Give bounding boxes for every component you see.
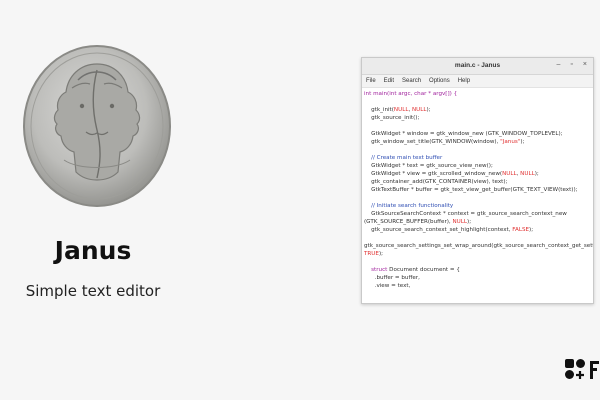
code-token: NULL xyxy=(452,219,468,225)
code-token: gtk_source_search_context_set_highlight(… xyxy=(364,227,513,233)
menu-options[interactable]: Options xyxy=(429,78,450,84)
code-line: GtkSourceSearchContext * context = gtk_s… xyxy=(364,210,593,218)
minimize-icon[interactable]: – xyxy=(557,61,561,68)
code-token: NULL xyxy=(520,171,535,177)
code-token: // Create main text buffer xyxy=(364,155,443,161)
code-token: ); xyxy=(529,227,534,233)
menu-help[interactable]: Help xyxy=(458,78,470,84)
code-token: NULL xyxy=(502,171,517,177)
code-token: NULL xyxy=(412,107,427,113)
code-token: ); xyxy=(426,107,431,113)
code-token: "Janus" xyxy=(500,139,521,145)
code-token: Document document = { xyxy=(387,267,460,273)
code-line: GtkWidget * text = gtk_source_view_new()… xyxy=(364,162,593,170)
code-line: gtk_source_search_settings_set_wrap_arou… xyxy=(364,242,593,250)
menu-edit[interactable]: Edit xyxy=(384,78,394,84)
code-token: .buffer = buffer, xyxy=(364,275,420,281)
janus-coin-image xyxy=(20,40,174,210)
code-line: GtkWidget * view = gtk_scrolled_window_n… xyxy=(364,170,593,178)
code-token: GtkSourceSearchContext * context = gtk_s… xyxy=(364,211,567,217)
code-line: gtk_window_set_title(GTK_WINDOW(window),… xyxy=(364,138,593,146)
code-line: // Create main text buffer xyxy=(364,154,593,162)
code-token: ); xyxy=(378,251,384,257)
code-token: .view = text, xyxy=(364,283,411,289)
code-line: GtkWidget * window = gtk_window_new (GTK… xyxy=(364,130,593,138)
menu-bar: File Edit Search Options Help xyxy=(362,75,593,88)
app-subtitle: Simple text editor xyxy=(25,282,161,300)
code-token: (GTK_SOURCE_BUFFER(buffer), xyxy=(364,219,453,225)
code-line: struct Document document = { xyxy=(364,266,593,274)
code-token: GtkWidget * window = gtk_window_new (GTK… xyxy=(364,131,563,137)
code-line: GtkTextBuffer * buffer = gtk_text_view_g… xyxy=(364,186,593,194)
menu-file[interactable]: File xyxy=(366,78,376,84)
menu-search[interactable]: Search xyxy=(402,78,421,84)
code-line: int main(int argc, char * argv[]) { xyxy=(364,90,593,98)
close-icon[interactable]: × xyxy=(583,61,587,68)
code-line: gtk_source_search_context_set_highlight(… xyxy=(364,226,593,234)
code-line: .view = text, xyxy=(364,282,593,290)
code-token: gtk_window_set_title(GTK_WINDOW(window), xyxy=(364,139,501,145)
code-line: gtk_source_init(); xyxy=(364,114,593,122)
code-line: TRUE); xyxy=(364,250,593,258)
code-token: TRUE xyxy=(364,251,379,257)
code-line: (GTK_SOURCE_BUFFER(buffer), NULL); xyxy=(364,218,593,226)
code-token: gtk_init( xyxy=(364,107,394,113)
code-token: int main(int argc, char * argv[]) { xyxy=(364,91,458,97)
code-token: NULL xyxy=(393,107,409,113)
brand-logo xyxy=(563,357,600,385)
code-token: ); xyxy=(467,219,472,225)
code-line: // Initiate search functionality xyxy=(364,202,593,210)
code-token: // Initiate search functionality xyxy=(364,203,454,209)
code-token: GtkWidget * text = gtk_source_view_new()… xyxy=(364,163,493,169)
code-token: gtk_container_add(GTK_CONTAINER(view), t… xyxy=(364,179,508,185)
code-editor[interactable]: int main(int argc, char * argv[]) { gtk_… xyxy=(362,88,593,290)
editor-window: main.c - Janus – ▫ × File Edit Search Op… xyxy=(361,57,594,304)
code-token: FALSE xyxy=(512,227,530,233)
code-token: ); xyxy=(520,139,525,145)
window-controls: – ▫ × xyxy=(557,61,587,68)
window-titlebar: main.c - Janus – ▫ × xyxy=(362,58,593,75)
code-token: gtk_source_init(); xyxy=(364,115,420,121)
app-name: Janus xyxy=(54,236,132,265)
code-token: gtk_source_search_settings_set_wrap_arou… xyxy=(364,243,593,249)
code-token: GtkWidget * view = gtk_scrolled_window_n… xyxy=(364,171,503,177)
maximize-icon[interactable]: ▫ xyxy=(570,61,572,68)
code-line: gtk_init(NULL, NULL); xyxy=(364,106,593,114)
code-token: GtkTextBuffer * buffer = gtk_text_view_g… xyxy=(364,187,578,193)
code-token: ); xyxy=(534,171,539,177)
code-line: .buffer = buffer, xyxy=(364,274,593,282)
code-token: struct xyxy=(371,267,388,273)
code-line: gtk_container_add(GTK_CONTAINER(view), t… xyxy=(364,178,593,186)
